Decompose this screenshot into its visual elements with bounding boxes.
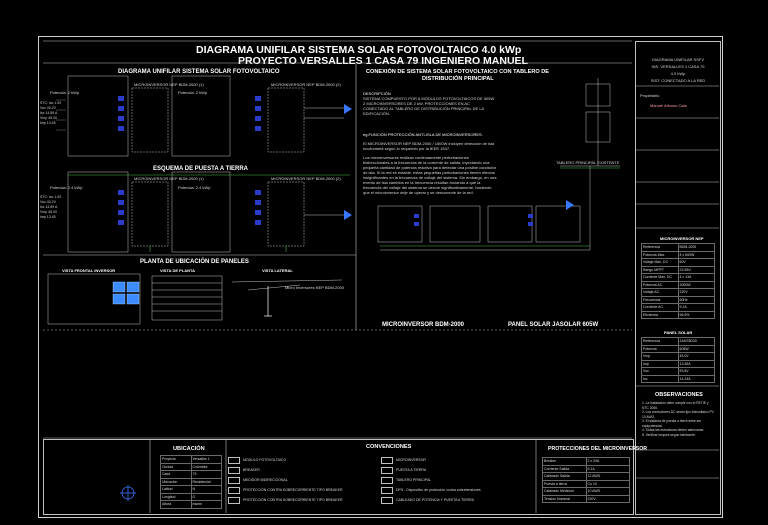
svg-text:Vmp 45.00: Vmp 45.00 <box>40 116 57 120</box>
svg-text:Isc 14.89 A: Isc 14.89 A <box>40 111 58 115</box>
svg-text:STC: Isc 1.00: STC: Isc 1.00 <box>40 195 61 199</box>
svg-text:Vmp 45.00: Vmp 45.00 <box>40 210 57 214</box>
svg-text:STC: Isc 1.00: STC: Isc 1.00 <box>40 101 61 105</box>
svg-text:Isc 14.89 A: Isc 14.89 A <box>40 205 58 209</box>
svg-text:Voc 40.2V: Voc 40.2V <box>40 200 57 204</box>
schematic-canvas: STC: Isc 1.00Voc 40.2VIsc 14.89 AVmp 45.… <box>40 40 719 513</box>
svg-text:Imp 13.45: Imp 13.45 <box>40 121 56 125</box>
svg-text:Imp 13.45: Imp 13.45 <box>40 215 56 219</box>
unifilar-string-a <box>67 75 344 157</box>
north-arrow-icon <box>120 485 136 501</box>
svg-text:Voc 40.2V: Voc 40.2V <box>40 106 57 110</box>
